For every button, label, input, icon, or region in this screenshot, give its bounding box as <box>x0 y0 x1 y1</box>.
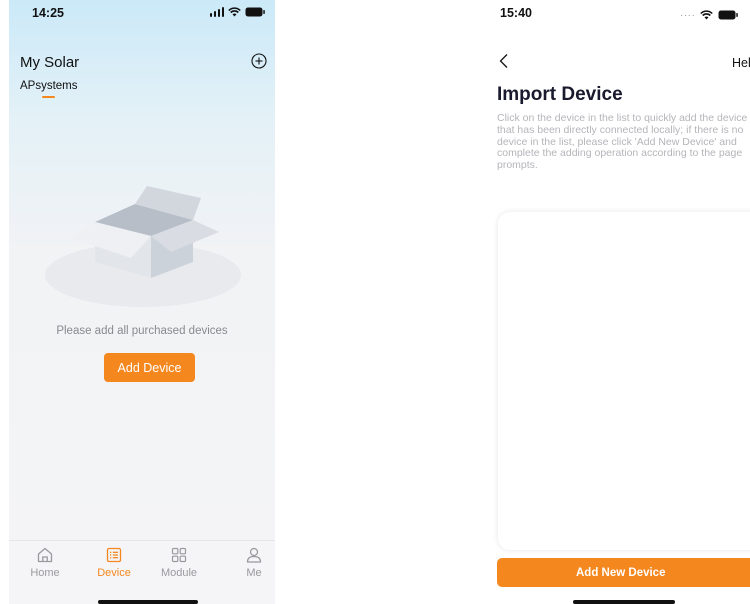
tab-active-indicator <box>42 96 55 98</box>
device-list-card <box>498 212 750 550</box>
import-device-screen: 15:40 ···· Help Import Device Click on t… <box>480 0 750 604</box>
battery-icon <box>718 7 739 25</box>
home-indicator <box>98 600 198 604</box>
help-link[interactable]: Help <box>732 56 750 70</box>
page-title: My Solar <box>20 54 80 71</box>
my-solar-screen: 14:25 My Solar APsystems Please add all … <box>9 0 275 604</box>
wifi-icon <box>228 7 241 17</box>
tab-me-label: Me <box>246 567 262 579</box>
add-device-button[interactable]: Add Device <box>104 353 195 382</box>
page-description: Click on the device in the list to quick… <box>497 112 748 172</box>
tab-home[interactable]: Home <box>15 546 75 579</box>
tab-apsystems[interactable]: APsystems <box>20 80 78 92</box>
status-bar: 15:40 ···· <box>480 0 750 30</box>
status-time: 14:25 <box>32 6 64 20</box>
empty-box-icon <box>45 186 241 307</box>
status-time: 15:40 <box>500 6 532 20</box>
chevron-left-icon[interactable] <box>498 53 510 69</box>
tab-module[interactable]: Module <box>149 546 209 579</box>
home-indicator <box>573 600 675 604</box>
status-icons: ···· <box>680 7 739 25</box>
bottom-tab-bar: Home Device Module Me <box>9 540 275 604</box>
tab-me[interactable]: Me <box>224 546 275 579</box>
list-icon <box>106 547 122 563</box>
tab-device-label: Device <box>97 567 131 579</box>
tab-home-label: Home <box>30 567 60 579</box>
status-icons <box>209 7 266 17</box>
wifi-icon <box>700 7 714 25</box>
no-signal-dots-icon: ···· <box>680 10 696 21</box>
status-bar: 14:25 <box>9 0 275 30</box>
home-icon <box>37 547 53 563</box>
signal-icon <box>209 7 224 17</box>
add-new-device-button[interactable]: Add New Device <box>497 558 750 587</box>
grid-icon <box>171 547 187 563</box>
battery-icon <box>245 7 265 17</box>
tab-module-label: Module <box>160 567 198 579</box>
tab-device[interactable]: Device <box>84 546 144 579</box>
empty-state-message: Please add all purchased devices <box>56 325 228 337</box>
page-title: Import Device <box>497 84 623 105</box>
person-icon <box>246 547 262 563</box>
circle-plus-icon[interactable] <box>251 53 267 69</box>
